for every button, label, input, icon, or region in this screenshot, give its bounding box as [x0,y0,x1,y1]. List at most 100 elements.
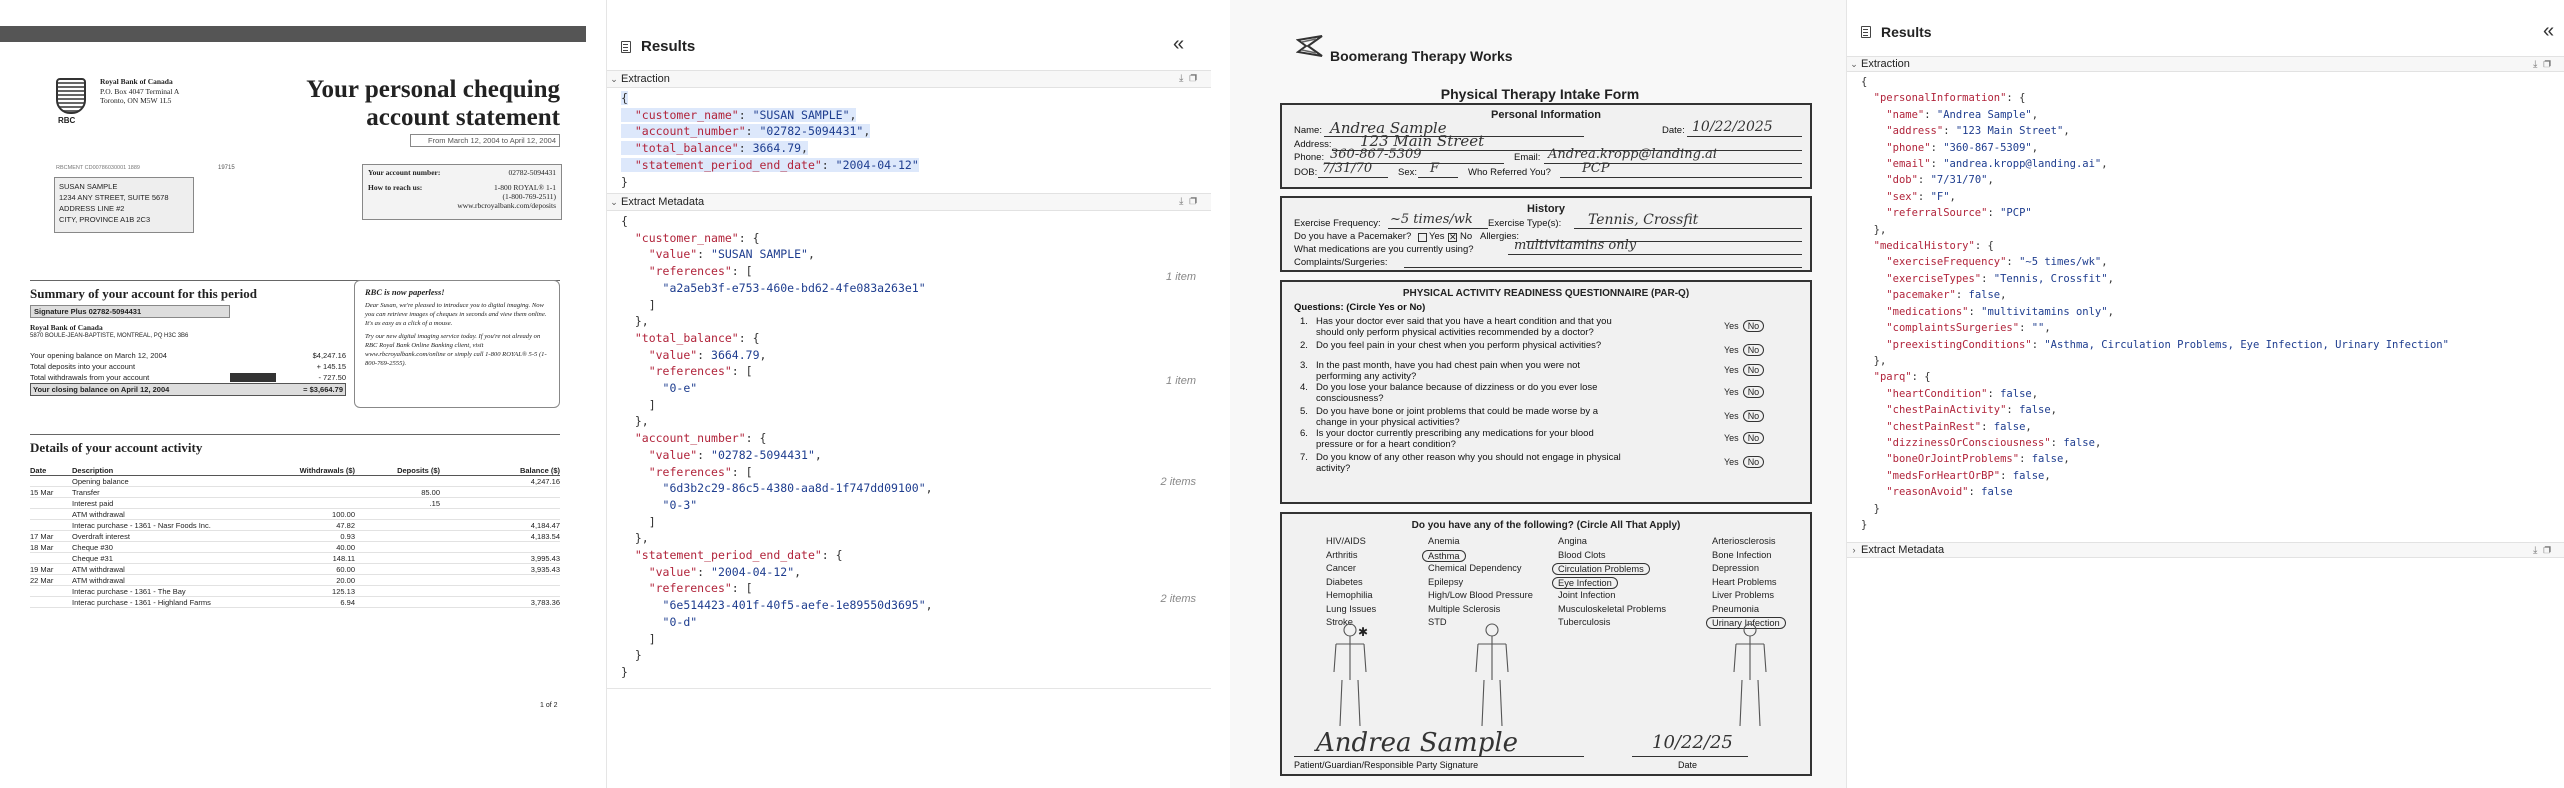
table-row: Interac purchase - 1361 - The Bay 125.13 [30,586,560,597]
date-label: Date: [1662,125,1685,136]
condition-item[interactable]: Musculoskeletal Problems [1558,604,1666,614]
condition-item[interactable]: Joint Infection [1558,590,1615,600]
cell-date: 15 Mar [30,488,54,497]
address-line: 1234 ANY STREET, SUITE 5678 [59,193,169,202]
metadata-json[interactable]: { "customer_name": { "value": "SUSAN SAM… [621,213,933,681]
extraction-section-header[interactable]: ⌄ Extraction ⤓❐ [1847,56,2564,72]
referred-label: Who Referred You? [1468,167,1551,178]
condition-item[interactable]: Lung Issues [1326,604,1376,614]
condition-item[interactable]: Multiple Sclerosis [1428,604,1500,614]
condition-item[interactable]: Heart Problems [1712,577,1777,587]
cell-balance: 4,247.16 [530,477,560,486]
signature-date: 10/22/25 [1652,732,1733,753]
reach-phone-alt: (1-800-769-2511) [502,192,556,201]
metadata-section-header[interactable]: ⌄ Extract Metadata ⤓❐ [607,193,1211,211]
condition-item[interactable]: Blood Clots [1558,550,1606,560]
question-text: change in your physical activities? [1316,417,1460,428]
metadata-label: Extract Metadata [1861,544,1945,556]
meds-value: multivitamins only [1514,238,1637,253]
boomerang-logo-icon [1296,35,1323,57]
rbc-logo-icon [56,78,86,114]
condition-item[interactable]: Pneumonia [1712,604,1759,614]
section-tools[interactable]: ⤓❐ [1179,73,1203,84]
no-option-circled: No [1742,386,1765,398]
condition-item[interactable]: Arthritis [1326,550,1358,560]
condition-item[interactable]: Depression [1712,563,1759,573]
question-number: 7. [1300,452,1308,463]
yes-no-answer[interactable]: Yes No [1724,320,1765,332]
condition-item[interactable]: Anemia [1428,536,1460,546]
yes-option: Yes [1724,457,1739,467]
extraction-json[interactable]: { "customer_name": "SUSAN SAMPLE", "acco… [621,90,919,190]
parq-title: PHYSICAL ACTIVITY READINESS QUESTIONNAIR… [1402,288,1690,299]
reach-label: How to reach us: [368,183,423,192]
section-tools[interactable]: ⤓❐ [1179,196,1203,207]
condition-item[interactable]: Diabetes [1326,577,1363,587]
results-title: Results [641,38,696,55]
cell-description: Interest paid [72,499,114,508]
table-row: Interac purchase - 1361 - Highland Farms… [30,597,560,608]
question-number: 2. [1300,340,1308,351]
results-icon [621,41,631,53]
types-value: Tennis, Crossfit [1588,212,1699,228]
yes-no-answer[interactable]: Yes No [1724,386,1765,398]
sex-value: F [1430,161,1440,176]
question-text: Do you know of any other reason why you … [1316,452,1621,463]
svg-text:✱: ✱ [1358,625,1368,639]
reach-website: www.rbcroyalbank.com/deposits [457,201,556,210]
cell-withdrawal: 125.13 [332,587,355,596]
yes-no-answer[interactable]: Yes No [1724,432,1765,444]
summary-row: Total deposits into your account + 145.15 [30,361,346,372]
yes-no-answer[interactable]: Yes No [1724,410,1765,422]
question-text: activity? [1316,463,1351,474]
collapse-panel-icon[interactable]: « [2543,20,2554,43]
condition-item[interactable]: Cancer [1326,563,1356,573]
extraction-json[interactable]: { "personalInformation": { "name": "Andr… [1861,74,2449,533]
cell-withdrawal: 60.00 [336,565,355,574]
section-tools[interactable]: ⤓❐ [2533,545,2557,556]
no-label: No [1460,231,1473,242]
question-text: Has your doctor ever said that you have … [1316,316,1612,327]
yes-no-answer[interactable]: Yes No [1724,344,1765,356]
pacemaker-no-checkbox[interactable]: ✕ [1448,233,1457,242]
condition-item[interactable]: Epilepsy [1428,577,1463,587]
question-text: pressure or for a heart condition? [1316,439,1456,450]
no-option-circled: No [1742,364,1765,376]
ref-number: 19715 [218,165,235,171]
condition-item[interactable]: HIV/AIDS [1326,536,1366,546]
col-description: Description [72,466,114,475]
condition-item[interactable]: High/Low Blood Pressure [1428,590,1533,600]
summary-title: Summary of your account for this period [30,286,258,301]
condition-item[interactable]: Arteriosclerosis [1712,536,1776,546]
condition-item[interactable]: Angina [1558,536,1587,546]
account-number-value: 02782-5094431 [508,168,557,177]
condition-item-selected[interactable]: Asthma [1422,549,1466,562]
yes-no-answer[interactable]: Yes No [1724,364,1765,376]
yes-no-answer[interactable]: Yes No [1724,456,1765,468]
condition-item[interactable]: Liver Problems [1712,590,1774,600]
types-label: Exercise Type(s): [1488,218,1562,229]
cell-description: Interac purchase - 1361 - Nasr Foods Inc… [72,521,211,530]
cell-balance: 3,783.36 [530,598,560,607]
question-text: Do you feel pain in your chest when you … [1316,340,1602,351]
cell-date: 18 Mar [30,543,54,552]
cell-withdrawal: 100.00 [332,510,355,519]
table-row: Opening balance 4,247.16 [30,476,560,487]
condition-item[interactable]: Bone Infection [1712,550,1771,560]
email-label: Email: [1514,152,1541,163]
email-value: Andrea.kropp@landing.ai [1548,147,1717,162]
condition-item-selected[interactable]: Eye Infection [1552,576,1618,589]
pacemaker-yes-checkbox[interactable] [1418,233,1427,242]
section-tools[interactable]: ⤓❐ [2533,59,2557,70]
condition-item-selected[interactable]: Circulation Problems [1552,563,1650,575]
statement-title-2: account statement [366,104,560,131]
question-number: 5. [1300,406,1308,417]
condition-item[interactable]: Hemophilia [1326,590,1373,600]
condition-item[interactable]: Chemical Dependency [1428,563,1522,573]
summary-label: Total deposits into your account [30,362,136,371]
metadata-section-header[interactable]: › Extract Metadata ⤓❐ [1847,542,2564,558]
collapse-panel-icon[interactable]: « [1173,33,1184,56]
table-row: Cheque #31 148.11 3,995.43 [30,553,560,564]
extraction-section-header[interactable]: ⌄ Extraction ⤓❐ [607,70,1211,88]
results-panel-form: Results « ⌄ Extraction ⤓❐ { "personalInf… [1846,0,2564,788]
